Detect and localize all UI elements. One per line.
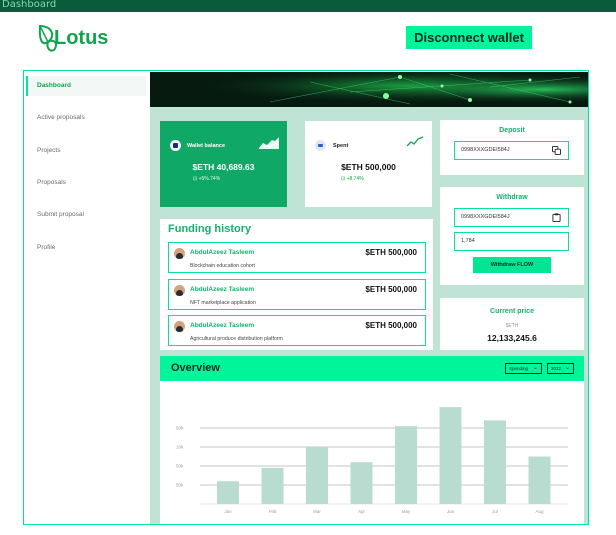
- chart-bar-jun[interactable]: [439, 407, 462, 504]
- chart-x-tick-label: Jan: [224, 509, 232, 514]
- current-price-title: Current price: [490, 308, 534, 315]
- funding-history-item[interactable]: AbdulAzeez Tasleem $ETH 500,000 Agricult…: [168, 315, 426, 346]
- chart-x-tick-label: Mar: [313, 509, 321, 514]
- funding-history-item[interactable]: AbdulAzeez Tasleem $ETH 500,000 NFT mark…: [168, 279, 426, 310]
- chart-y-tick-label: 10k: [176, 445, 184, 450]
- wallet-balance-change: ⊡ +5%.74%: [193, 176, 221, 182]
- chart-bar-apr[interactable]: [350, 462, 373, 504]
- chevron-down-icon: ⌄: [564, 365, 570, 371]
- brand-name: Lotus: [54, 27, 109, 49]
- chart-x-tick-label: Jun: [447, 509, 455, 514]
- withdraw-flow-button[interactable]: Withdraw FLOW: [473, 257, 551, 273]
- chart-x-tick-label: Aug: [535, 509, 544, 514]
- overview-header: Overview Spending ⌄ 2022 ⌄: [160, 356, 584, 381]
- spent-change: ⊡ +8.74%: [341, 176, 364, 182]
- funder-name: AbdulAzeez Tasleem: [190, 322, 255, 329]
- funding-history-item[interactable]: AbdulAzeez Tasleem $ETH 500,000 Blockcha…: [168, 242, 426, 273]
- wallet-balance-card: Wallet balance $ETH 40,689.63 ⊡ +5%.74%: [160, 121, 287, 207]
- chart-x-tick-label: Apr: [358, 509, 366, 514]
- chart-x-tick-label: Jul: [492, 509, 498, 514]
- clipboard-icon[interactable]: [552, 213, 561, 222]
- spending-bar-chart: 50k 10k 50k 50k Jan Feb Mar Apr May Jun Jul Aug: [176, 407, 568, 514]
- withdraw-card: Withdraw 0998XXXGDEI584J 1,784 Withdraw …: [440, 187, 584, 285]
- wallet-icon: [315, 140, 326, 151]
- sidebar-item-active-proposals[interactable]: Active proposals: [37, 114, 85, 121]
- deposit-title: Deposit: [499, 127, 525, 134]
- overview-card: Overview Spending ⌄ 2022 ⌄ 50k 10k 50k 50k J…: [160, 356, 584, 524]
- main-content: Wallet balance $ETH 40,689.63 ⊡ +5%.74% …: [150, 72, 588, 524]
- project-description: Agricultural produce distribution platfo…: [190, 336, 283, 342]
- funding-history-title: Funding history: [168, 223, 252, 235]
- chart-y-tick-label: 50k: [176, 426, 184, 431]
- chevron-down-icon: ⌄: [532, 365, 538, 371]
- withdraw-title: Withdraw: [496, 194, 528, 201]
- disconnect-wallet-button[interactable]: Disconnect wallet: [406, 26, 532, 49]
- chart-bar-jul[interactable]: [484, 420, 506, 504]
- project-description: NFT marketplace application: [190, 300, 256, 306]
- chart-bar-may[interactable]: [395, 426, 417, 504]
- funder-name: AbdulAzeez Tasleem: [190, 249, 255, 256]
- avatar: [174, 321, 185, 332]
- trend-line-icon: [406, 136, 424, 147]
- deposit-card: Deposit 0998XXXGDEI584J: [440, 120, 584, 175]
- withdraw-amount-input[interactable]: 1,784: [454, 232, 569, 251]
- wallet-balance-label: Wallet balance: [187, 143, 226, 149]
- chart-bar-jan[interactable]: [217, 481, 239, 504]
- sidebar-item-proposals[interactable]: Proposals: [37, 179, 66, 186]
- overview-title: Overview: [171, 362, 220, 374]
- chart-x-tick-label: Feb: [269, 509, 277, 514]
- spent-card: Spent $ETH 500,000 ⊡ +8.74%: [305, 121, 432, 207]
- funding-amount: $ETH 500,000: [365, 321, 417, 330]
- brand-logo[interactable]: Lotus: [36, 22, 108, 52]
- chart-y-tick-label: 50k: [176, 483, 184, 488]
- spent-amount: $ETH 500,000: [341, 162, 396, 172]
- sidebar-item-submit-proposal[interactable]: Submit proposal: [37, 211, 84, 218]
- chart-bar-mar[interactable]: [306, 447, 328, 504]
- sidebar: Dashboard Active proposals Projects Prop…: [24, 72, 149, 524]
- current-price-value: 12,133,245.6: [487, 333, 537, 343]
- funding-amount: $ETH 500,000: [365, 285, 417, 294]
- funding-history-card: Funding history AbdulAzeez Tasleem $ETH …: [160, 219, 433, 350]
- trend-area-icon: [259, 137, 279, 149]
- deposit-address-field[interactable]: 0998XXXGDEI584J: [454, 141, 569, 160]
- funder-name: AbdulAzeez Tasleem: [190, 286, 255, 293]
- wallet-icon: [170, 140, 181, 151]
- current-price-card: Current price $ETH 12,133,245.6: [440, 298, 584, 350]
- sidebar-item-dashboard[interactable]: Dashboard: [37, 82, 71, 89]
- year-select[interactable]: 2022 ⌄: [547, 363, 574, 374]
- sidebar-active-indicator: [26, 76, 28, 96]
- avatar: [174, 285, 185, 296]
- network-banner-image: [150, 72, 588, 107]
- wallet-balance-amount: $ETH 40,689.63: [192, 162, 255, 172]
- project-description: Blockchain education cohort: [190, 263, 255, 269]
- withdraw-address-field[interactable]: 0998XXXGDEI584J: [454, 208, 569, 227]
- chart-y-tick-label: 50k: [176, 464, 184, 469]
- current-price-unit: $ETH: [505, 323, 519, 329]
- chart-bar-feb[interactable]: [261, 467, 284, 504]
- metric-select[interactable]: Spending ⌄: [505, 363, 542, 374]
- hero-banner: [150, 72, 588, 107]
- window-title: Dashboard: [2, 0, 57, 10]
- sidebar-item-projects[interactable]: Projects: [37, 147, 60, 154]
- copy-icon[interactable]: [552, 146, 561, 155]
- avatar: [174, 248, 185, 259]
- chart-x-tick-label: May: [402, 509, 411, 514]
- chart-bar-aug[interactable]: [528, 456, 551, 505]
- funding-amount: $ETH 500,000: [365, 248, 417, 257]
- window-titlebar: Dashboard: [0, 0, 616, 12]
- sidebar-item-profile[interactable]: Profile: [37, 244, 55, 251]
- spent-label: Spent: [333, 143, 349, 149]
